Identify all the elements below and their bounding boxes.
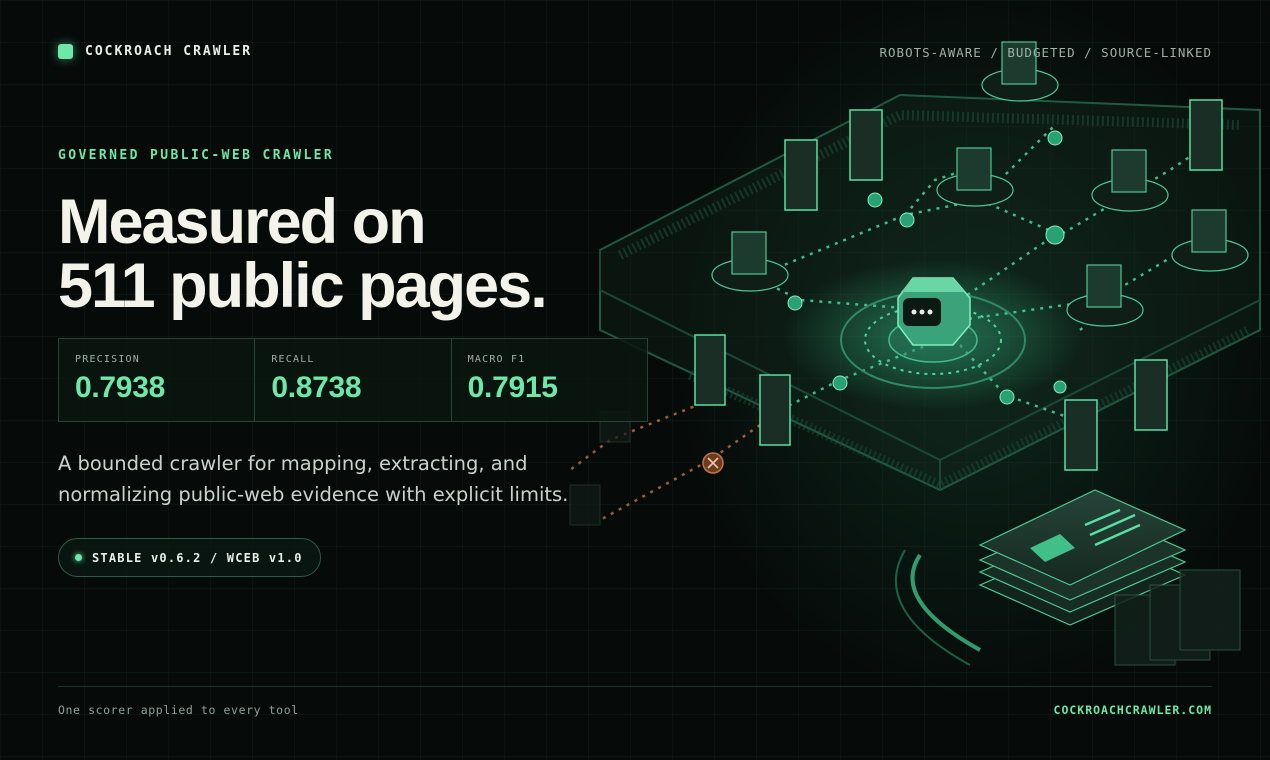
footer-site-link[interactable]: COCKROACHCRAWLER.COM <box>1054 703 1212 717</box>
metric-label: RECALL <box>271 354 315 365</box>
hero-eyebrow: GOVERNED PUBLIC-WEB CRAWLER <box>58 148 335 163</box>
headline-line-1: Measured on <box>58 187 427 257</box>
hero-headline: Measured on 511 public pages. <box>58 187 548 321</box>
blocked-x-icon <box>702 452 724 474</box>
crawler-network-illustration <box>569 41 1261 666</box>
metric-precision: PRECISION 0.7938 <box>59 339 256 421</box>
document-stack-icon <box>895 489 1241 666</box>
hero-description: A bounded crawler for mapping, extractin… <box>58 452 569 506</box>
metric-label: PRECISION <box>75 354 140 365</box>
metric-value: 0.8738 <box>271 371 362 404</box>
version-label: STABLE v0.6.2 / WCEB v1.0 <box>92 550 303 565</box>
status-dot-icon <box>75 554 82 561</box>
metric-label: MACRO F1 <box>467 354 526 365</box>
brand-name: COCKROACH CRAWLER <box>85 44 253 59</box>
metric-recall: RECALL 0.8738 <box>255 339 452 421</box>
metric-value: 0.7915 <box>467 371 558 404</box>
headline-line-2: 511 public pages. <box>58 251 548 321</box>
crawler-bot-icon <box>897 277 971 346</box>
footer-divider <box>58 686 1212 687</box>
metric-macro-f1: MACRO F1 0.7915 <box>452 339 647 421</box>
metrics-panel: PRECISION 0.7938 RECALL 0.8738 MACRO F1 … <box>58 338 648 422</box>
header-tags: ROBOTS-AWARE / BUDGETED / SOURCE-LINKED <box>879 45 1212 60</box>
brand[interactable]: COCKROACH CRAWLER <box>58 44 252 59</box>
footer-note: One scorer applied to every tool <box>58 703 299 717</box>
brand-logo-icon <box>58 44 73 59</box>
metric-value: 0.7938 <box>75 371 165 404</box>
version-badge[interactable]: STABLE v0.6.2 / WCEB v1.0 <box>58 538 321 577</box>
